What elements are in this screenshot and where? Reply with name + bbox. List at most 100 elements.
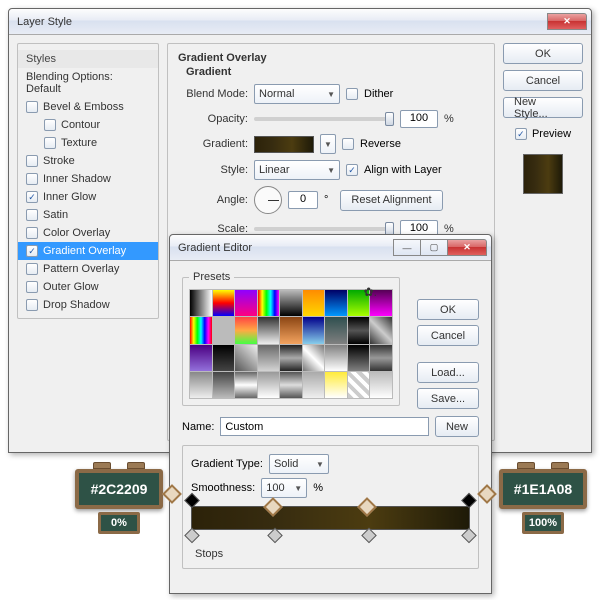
scale-slider[interactable] (254, 227, 394, 231)
preset-swatch[interactable] (370, 372, 392, 398)
gradient-type-dropdown[interactable]: Solid▼ (269, 454, 329, 474)
preset-swatch[interactable] (213, 290, 235, 316)
color-stop[interactable] (361, 528, 377, 544)
style-checkbox[interactable] (26, 227, 38, 239)
color-stop[interactable] (267, 528, 283, 544)
style-checkbox[interactable] (26, 155, 38, 167)
style-checkbox[interactable] (26, 209, 38, 221)
load-button[interactable]: Load... (417, 362, 479, 383)
dither-checkbox[interactable] (346, 88, 358, 100)
reset-alignment-button[interactable]: Reset Alignment (340, 190, 442, 211)
style-item-outer-glow[interactable]: Outer Glow (18, 278, 158, 296)
preset-swatch[interactable] (303, 345, 325, 371)
style-item-inner-shadow[interactable]: Inner Shadow (18, 170, 158, 188)
style-checkbox[interactable]: ✓ (26, 191, 38, 203)
gradient-preview[interactable] (254, 136, 314, 153)
preset-swatch[interactable] (213, 372, 235, 398)
preset-swatch[interactable] (280, 345, 302, 371)
preset-swatch[interactable] (370, 317, 392, 343)
preset-swatch[interactable] (213, 317, 235, 343)
preset-swatch[interactable] (258, 317, 280, 343)
preset-swatch[interactable] (280, 290, 302, 316)
angle-input[interactable]: 0 (288, 191, 318, 209)
opacity-input[interactable]: 100 (400, 110, 438, 128)
preset-swatch[interactable] (348, 317, 370, 343)
preset-swatch[interactable] (235, 372, 257, 398)
presets-fieldset: Presets ✿. (182, 271, 400, 406)
style-item-stroke[interactable]: Stroke (18, 152, 158, 170)
style-item-pattern-overlay[interactable]: Pattern Overlay (18, 260, 158, 278)
preset-swatch[interactable] (190, 317, 212, 343)
preset-swatch[interactable] (303, 372, 325, 398)
preset-swatch[interactable] (370, 345, 392, 371)
styles-header[interactable]: Styles (18, 50, 158, 68)
opacity-slider[interactable] (254, 117, 394, 121)
style-label: Outer Glow (43, 281, 99, 293)
style-checkbox[interactable] (26, 101, 38, 113)
name-input[interactable] (220, 417, 429, 436)
cancel-button[interactable]: Cancel (417, 325, 479, 346)
color-stop[interactable] (184, 528, 200, 544)
preset-swatch[interactable] (325, 372, 347, 398)
preset-swatch[interactable] (190, 345, 212, 371)
style-item-gradient-overlay[interactable]: ✓Gradient Overlay (18, 242, 158, 260)
preset-swatch[interactable] (303, 290, 325, 316)
style-item-bevel-emboss[interactable]: Bevel & Emboss (18, 98, 158, 116)
preview-checkbox[interactable]: ✓ (515, 128, 527, 140)
preset-swatch[interactable] (325, 345, 347, 371)
style-checkbox[interactable] (44, 119, 56, 131)
gradient-strip[interactable] (191, 506, 470, 530)
gradient-picker-dropdown[interactable]: ▼ (320, 134, 336, 154)
style-item-satin[interactable]: Satin (18, 206, 158, 224)
preset-swatch[interactable] (325, 290, 347, 316)
preset-swatch[interactable] (190, 372, 212, 398)
style-checkbox[interactable] (44, 137, 56, 149)
style-checkbox[interactable]: ✓ (26, 245, 38, 257)
preset-swatch[interactable] (348, 345, 370, 371)
save-button[interactable]: Save... (417, 388, 479, 409)
ok-button[interactable]: OK (417, 299, 479, 320)
style-item-color-overlay[interactable]: Color Overlay (18, 224, 158, 242)
style-item-inner-glow[interactable]: ✓Inner Glow (18, 188, 158, 206)
preset-grid[interactable] (189, 289, 393, 399)
blending-options[interactable]: Blending Options: Default (18, 68, 158, 98)
style-checkbox[interactable] (26, 299, 38, 311)
preset-swatch[interactable] (258, 290, 280, 316)
style-item-drop-shadow[interactable]: Drop Shadow (18, 296, 158, 314)
reverse-checkbox[interactable] (342, 138, 354, 150)
new-style-button[interactable]: New Style... (503, 97, 583, 118)
style-checkbox[interactable] (26, 173, 38, 185)
preset-swatch[interactable] (303, 317, 325, 343)
close-icon[interactable]: ✕ (547, 13, 587, 30)
color-stop[interactable] (461, 528, 477, 544)
minimize-icon[interactable]: — (393, 239, 421, 256)
style-checkbox[interactable] (26, 281, 38, 293)
smoothness-input[interactable]: 100▼ (261, 478, 307, 498)
preset-swatch[interactable] (325, 317, 347, 343)
style-dropdown[interactable]: Linear▼ (254, 160, 340, 180)
preset-swatch[interactable] (280, 317, 302, 343)
style-checkbox[interactable] (26, 263, 38, 275)
close-icon[interactable]: ✕ (447, 239, 487, 256)
titlebar[interactable]: Gradient Editor — ▢ ✕ (170, 235, 491, 261)
maximize-icon[interactable]: ▢ (420, 239, 448, 256)
style-item-texture[interactable]: Texture (18, 134, 158, 152)
preset-swatch[interactable] (348, 372, 370, 398)
preset-swatch[interactable] (235, 345, 257, 371)
ok-button[interactable]: OK (503, 43, 583, 64)
preset-swatch[interactable] (258, 372, 280, 398)
preset-swatch[interactable] (190, 290, 212, 316)
cancel-button[interactable]: Cancel (503, 70, 583, 91)
preset-swatch[interactable] (235, 317, 257, 343)
gear-icon[interactable]: ✿. (364, 285, 377, 299)
align-checkbox[interactable]: ✓ (346, 164, 358, 176)
style-item-contour[interactable]: Contour (18, 116, 158, 134)
preset-swatch[interactable] (213, 345, 235, 371)
angle-dial[interactable] (254, 186, 282, 214)
titlebar[interactable]: Layer Style ✕ (9, 9, 591, 35)
new-button[interactable]: New (435, 416, 479, 437)
preset-swatch[interactable] (280, 372, 302, 398)
blend-mode-dropdown[interactable]: Normal▼ (254, 84, 340, 104)
preset-swatch[interactable] (235, 290, 257, 316)
preset-swatch[interactable] (258, 345, 280, 371)
